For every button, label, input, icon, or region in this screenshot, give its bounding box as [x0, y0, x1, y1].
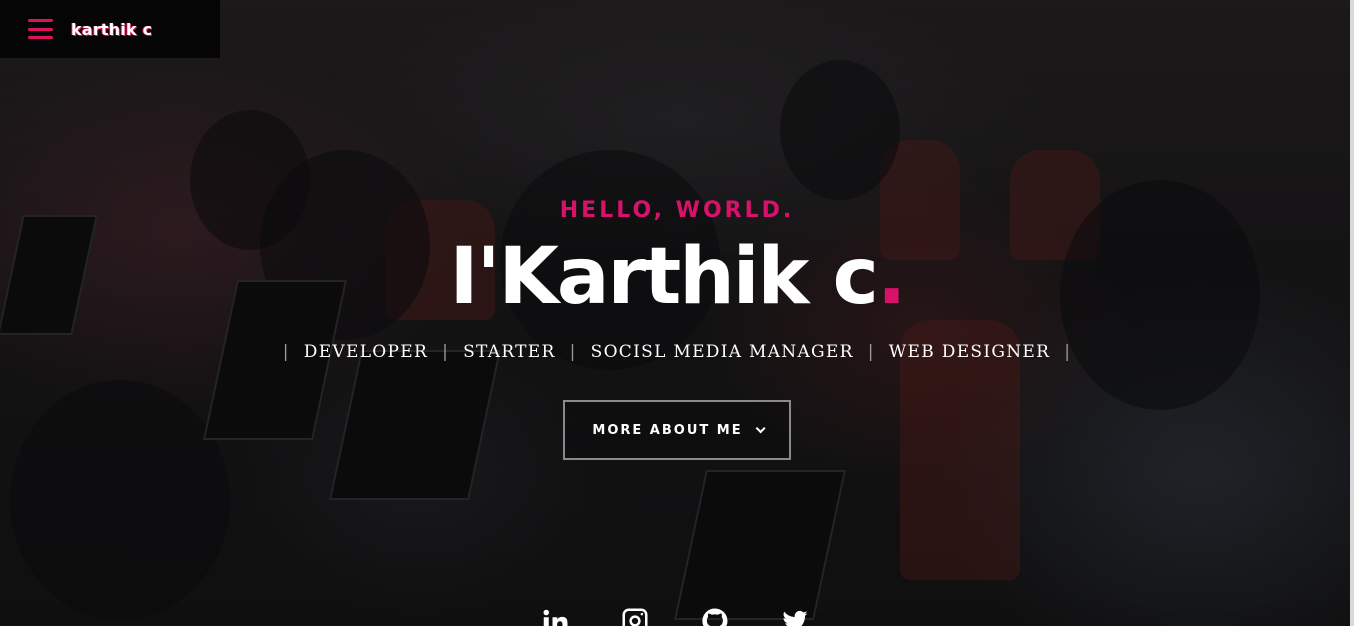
greeting-text: HELLO, WORLD.: [559, 198, 795, 223]
hero-content: HELLO, WORLD. I'Karthik c. | DEVELOPER |…: [0, 198, 1354, 460]
cta-label: MORE ABOUT ME: [592, 422, 743, 438]
role-item: STARTER: [463, 342, 556, 362]
role-separator: |: [867, 342, 875, 362]
github-icon[interactable]: [700, 606, 730, 626]
scrollbar[interactable]: [1350, 0, 1354, 626]
instagram-icon[interactable]: [620, 606, 650, 626]
more-about-me-button[interactable]: MORE ABOUT ME: [563, 400, 791, 460]
twitter-icon[interactable]: [780, 606, 810, 626]
brand-logo[interactable]: karthik c: [71, 20, 152, 39]
page-title: I'Karthik c.: [0, 236, 1354, 318]
roles-list: | DEVELOPER | STARTER | SOCISL MEDIA MAN…: [0, 342, 1354, 362]
role-separator: |: [1064, 342, 1072, 362]
hamburger-menu-icon[interactable]: [28, 19, 53, 39]
chevron-down-icon: [755, 422, 766, 433]
role-item: SOCISL MEDIA MANAGER: [590, 342, 854, 362]
hero-section: karthik c HELLO, WORLD. I'Karthik c. | D…: [0, 0, 1354, 626]
role-separator: |: [282, 342, 290, 362]
role-separator: |: [442, 342, 450, 362]
top-nav-bar: karthik c: [0, 0, 220, 58]
role-separator: |: [569, 342, 577, 362]
headline-dot: .: [876, 232, 907, 322]
linkedin-icon[interactable]: [540, 606, 570, 626]
headline-name: I'Karthik c: [449, 232, 879, 322]
role-item: DEVELOPER: [303, 342, 429, 362]
social-links: [540, 606, 810, 626]
role-item: WEB DESIGNER: [888, 342, 1051, 362]
